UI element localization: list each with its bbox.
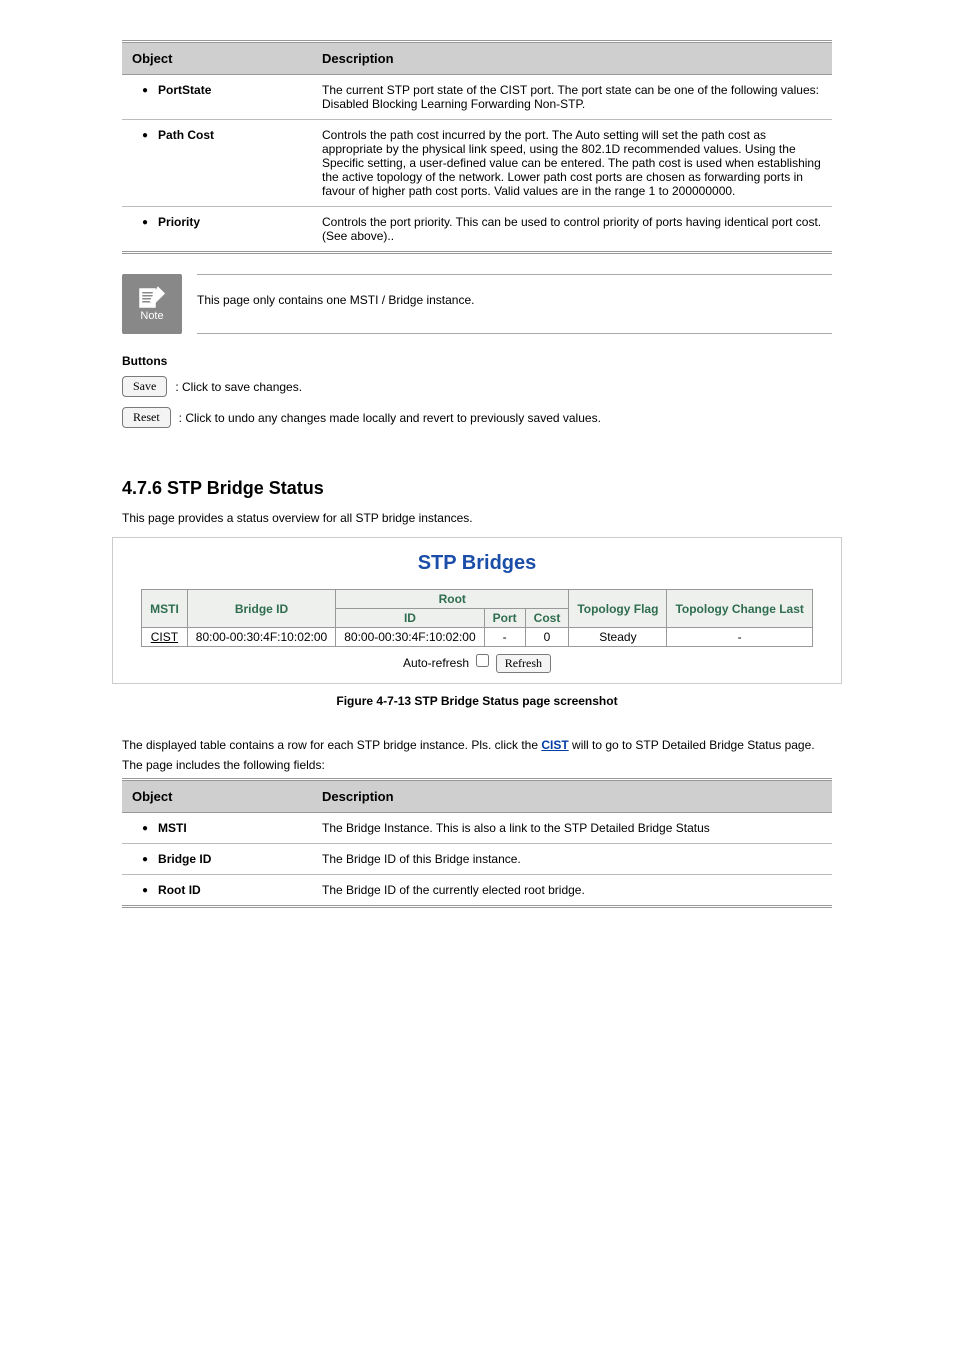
th-msti: MSTI (142, 590, 188, 628)
reset-desc: : Click to undo any changes made locally… (179, 411, 601, 425)
cist-link[interactable]: CIST (151, 630, 178, 644)
parameter-table-2: Object Description ● MSTI The Bridge Inst… (122, 778, 832, 908)
row-desc: Controls the path cost incurred by the p… (312, 120, 832, 207)
col-description: Description (312, 780, 832, 813)
stp-bridges-table: MSTI Bridge ID Root Topology Flag Topolo… (141, 589, 813, 647)
row-desc: The Bridge Instance. This is also a link… (312, 813, 832, 844)
buttons-section: Buttons Save : Click to save changes. Re… (122, 354, 832, 428)
refresh-button[interactable]: Refresh (496, 654, 551, 673)
th-root: Root (336, 590, 569, 609)
row-label: Bridge ID (158, 852, 211, 866)
bullet-icon: ● (142, 217, 148, 228)
table-row: ● Priority Controls the port priority. Th… (122, 207, 832, 253)
stp-bridges-figure: STP Bridges MSTI Bridge ID Root Topology… (112, 537, 842, 684)
bullet-icon: ● (142, 130, 148, 141)
th-topo-change: Topology Change Last (667, 590, 812, 628)
table-row: ● MSTI The Bridge Instance. This is also … (122, 813, 832, 844)
row-desc: The current STP port state of the CIST p… (312, 75, 832, 120)
buttons-heading: Buttons (122, 354, 832, 368)
th-root-cost: Cost (525, 609, 569, 628)
bullet-icon: ● (142, 823, 148, 834)
table-row: ● Bridge ID The Bridge ID of this Bridge … (122, 844, 832, 875)
reset-button[interactable]: Reset (122, 407, 171, 428)
section-text: This page provides a status overview for… (122, 509, 832, 527)
row-label: MSTI (158, 821, 187, 835)
note-text: This page only contains one MSTI / Bridg… (197, 274, 832, 334)
th-root-id: ID (336, 609, 484, 628)
cell-root-id: 80:00-00:30:4F:10:02:00 (336, 628, 484, 647)
auto-refresh-label: Auto-refresh (403, 656, 469, 670)
bullet-icon: ● (142, 885, 148, 896)
col-object: Object (122, 780, 312, 813)
cell-root-cost: 0 (525, 628, 569, 647)
note-block: Note This page only contains one MSTI / … (122, 274, 832, 334)
parameter-table-1: Object Description ● PortState The curren… (122, 40, 832, 254)
row-label: PortState (158, 83, 211, 97)
cell-bridge-id: 80:00-00:30:4F:10:02:00 (187, 628, 335, 647)
col-description: Description (312, 42, 832, 75)
row-desc: Controls the port priority. This can be … (312, 207, 832, 253)
table-row: ● Root ID The Bridge ID of the currently … (122, 875, 832, 907)
auto-refresh-checkbox[interactable] (476, 654, 489, 667)
save-button[interactable]: Save (122, 376, 167, 397)
figure-caption: Figure 4-7-13 STP Bridge Status page scr… (122, 694, 832, 708)
cist-inline-link[interactable]: CIST (541, 738, 568, 752)
note-label: Note (140, 310, 163, 322)
row-desc: The Bridge ID of the currently elected r… (312, 875, 832, 907)
table-row: ● Path Cost Controls the path cost incurr… (122, 120, 832, 207)
row-label: Priority (158, 215, 200, 229)
bullet-icon: ● (142, 854, 148, 865)
cell-topo-flag: Steady (569, 628, 667, 647)
row-desc: The Bridge ID of this Bridge instance. (312, 844, 832, 875)
th-bridge-id: Bridge ID (187, 590, 335, 628)
cell-topo-change: - (667, 628, 812, 647)
page-description: The displayed table contains a row for e… (122, 738, 832, 752)
row-label: Root ID (158, 883, 201, 897)
cell-root-port: - (484, 628, 525, 647)
row-label: Path Cost (158, 128, 214, 142)
th-topo-flag: Topology Flag (569, 590, 667, 628)
figure-title: STP Bridges (123, 552, 831, 575)
note-icon: Note (122, 274, 182, 334)
col-object: Object (122, 42, 312, 75)
save-desc: : Click to save changes. (175, 380, 302, 394)
table-row: ● PortState The current STP port state of… (122, 75, 832, 120)
section-heading: 4.7.6 STP Bridge Status (122, 478, 832, 499)
bullet-icon: ● (142, 85, 148, 96)
page-description-2: The page includes the following fields: (122, 758, 832, 772)
th-root-port: Port (484, 609, 525, 628)
stp-row: CIST 80:00-00:30:4F:10:02:00 80:00-00:30… (142, 628, 813, 647)
